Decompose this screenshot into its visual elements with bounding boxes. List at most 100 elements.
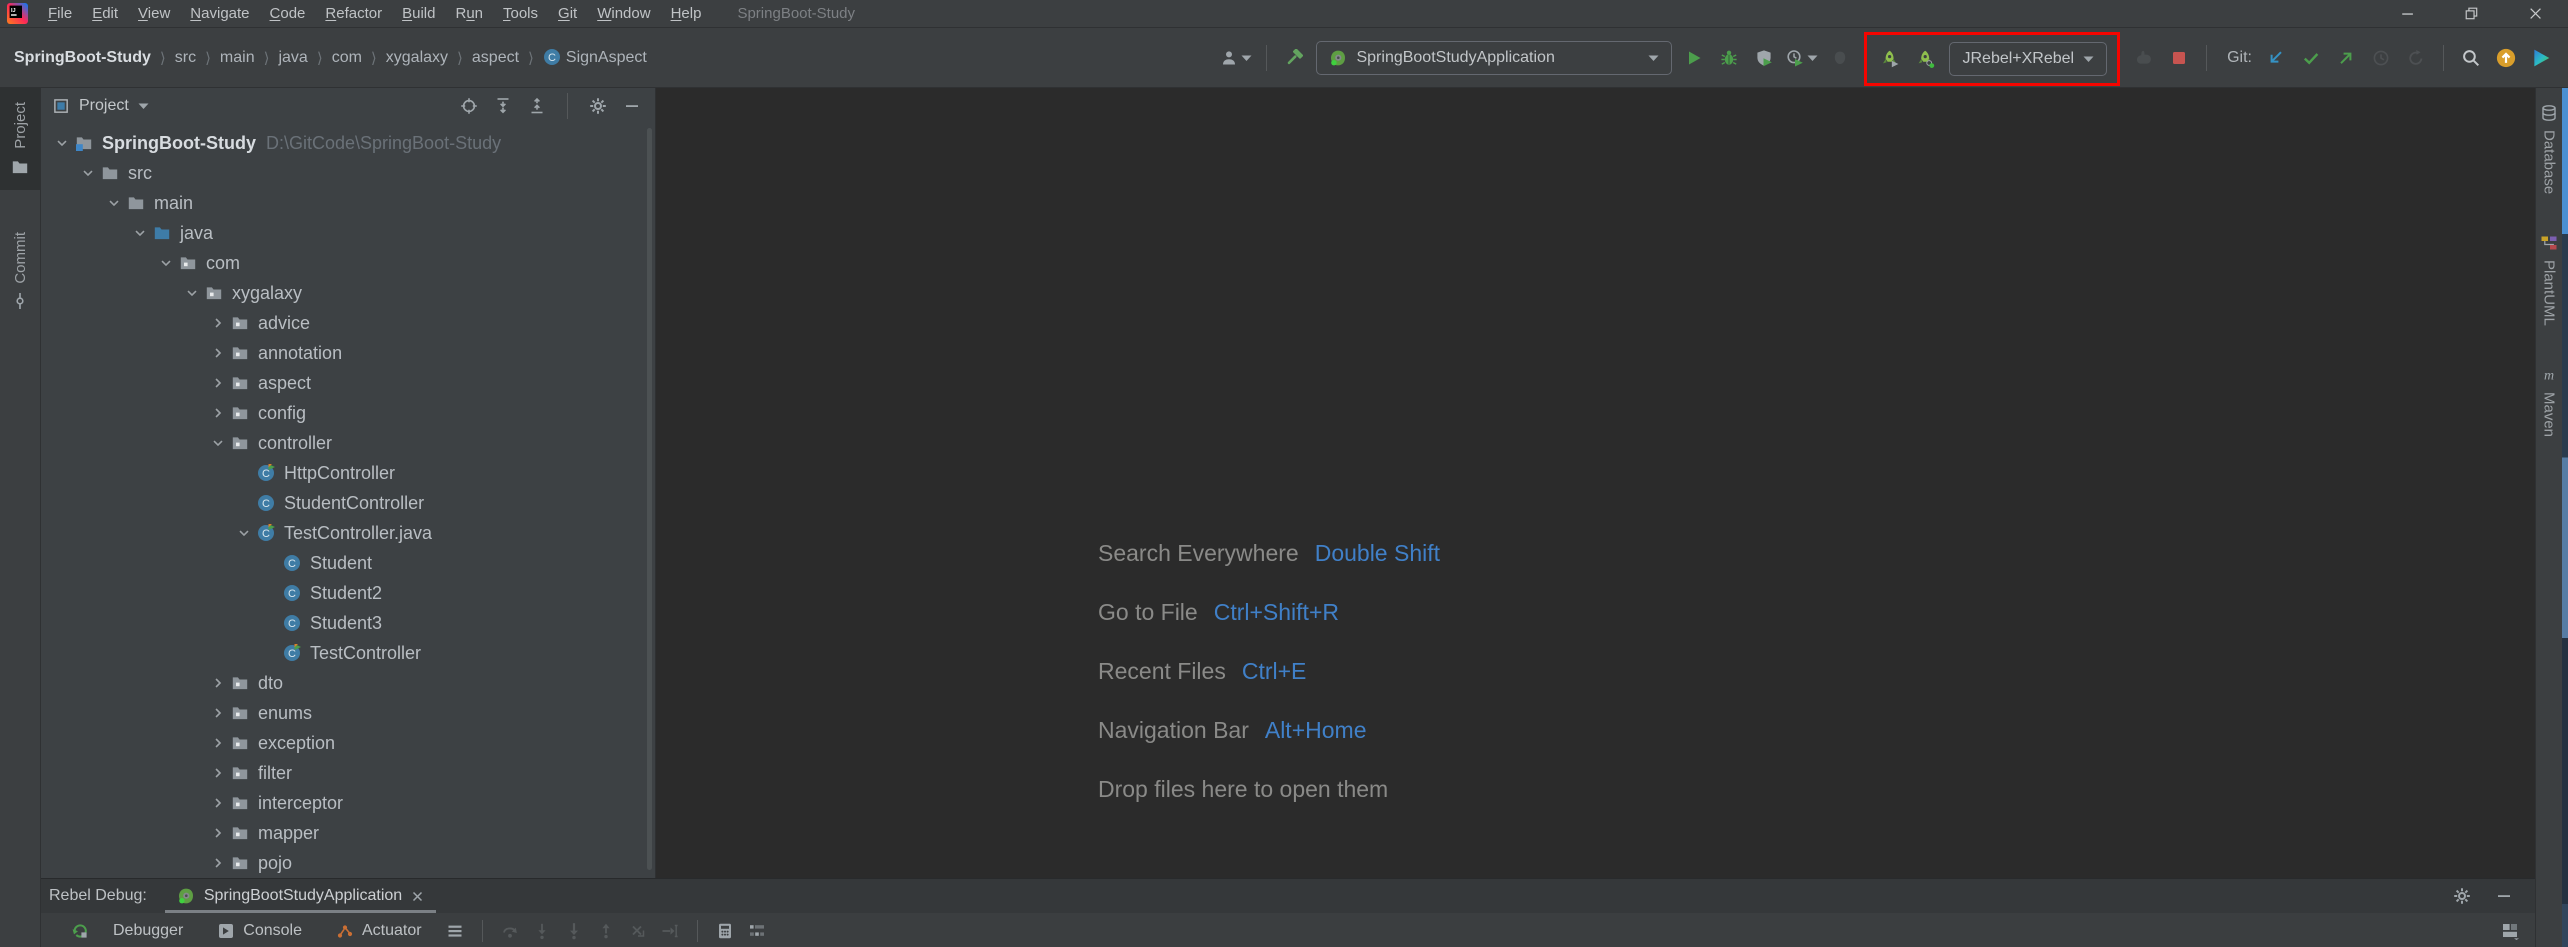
collapse-all-button[interactable] [528,97,546,115]
tree-item-filter[interactable]: filter [41,758,655,788]
chevron-down-icon[interactable] [51,135,73,151]
git-commit-button[interactable] [2298,44,2324,72]
menu-tools[interactable]: Tools [493,0,548,27]
debug-settings-button[interactable] [2453,887,2471,905]
rerun-button[interactable] [67,917,93,945]
run-button[interactable] [1681,44,1707,72]
user-menu-button[interactable] [1220,44,1252,72]
tree-item-student[interactable]: CStudent [41,548,655,578]
tree-item-springboot-study[interactable]: SpringBoot-StudyD:\GitCode\SpringBoot-St… [41,128,655,158]
chevron-right-icon[interactable] [207,675,229,691]
chevron-right-icon[interactable] [207,825,229,841]
code-with-me-button[interactable] [2528,44,2554,72]
step-over-button[interactable] [497,917,523,945]
tool-window-maven[interactable]: mMaven [2540,366,2558,437]
ide-update-button[interactable] [2493,44,2519,72]
tree-item-exception[interactable]: exception [41,728,655,758]
chevron-down-icon[interactable] [233,525,255,541]
disabled-profiler-icon[interactable] [1827,44,1853,72]
chevron-down-icon[interactable] [129,225,151,241]
menu-edit[interactable]: Edit [82,0,128,27]
tab-debugger[interactable]: Debugger [99,913,197,947]
hide-panel-button[interactable] [623,97,641,115]
build-project-button[interactable] [1281,44,1307,72]
search-everywhere-button[interactable] [2458,44,2484,72]
tree-item-studentcontroller[interactable]: CStudentController [41,488,655,518]
tree-item-java[interactable]: java [41,218,655,248]
jrebel-disabled-icon[interactable] [2131,44,2157,72]
menu-navigate[interactable]: Navigate [180,0,259,27]
breadcrumb-item-signaspect[interactable]: CSignAspect [543,48,647,67]
tab-console[interactable]: Console [203,913,316,947]
tab-actuator[interactable]: Actuator [322,913,436,947]
debug-layout-menu-button[interactable] [442,917,468,945]
tree-item-aspect[interactable]: aspect [41,368,655,398]
menu-build[interactable]: Build [392,0,445,27]
chevron-down-icon[interactable] [155,255,177,271]
chevron-right-icon[interactable] [207,375,229,391]
tree-item-mapper[interactable]: mapper [41,818,655,848]
chevron-right-icon[interactable] [207,765,229,781]
force-step-into-button[interactable] [561,917,587,945]
tool-window-plantuml[interactable]: PlantUML [2540,234,2558,326]
tree-item-config[interactable]: config [41,398,655,428]
close-button[interactable] [2504,0,2568,27]
layout-settings-button[interactable] [2501,922,2519,940]
menu-view[interactable]: View [128,0,180,27]
menu-window[interactable]: Window [587,0,660,27]
chevron-down-icon[interactable] [103,195,125,211]
run-to-cursor-button[interactable] [657,917,683,945]
chevron-right-icon[interactable] [207,315,229,331]
menu-run[interactable]: Run [445,0,493,27]
menu-refactor[interactable]: Refactor [315,0,392,27]
tree-item-testcontroller[interactable]: CTestController [41,638,655,668]
tool-window-commit[interactable]: Commit [0,218,40,325]
debug-run-tab[interactable]: SpringBootStudyApplication [165,879,436,913]
project-tree-scrollbar[interactable] [647,128,652,870]
tree-item-enums[interactable]: enums [41,698,655,728]
debug-button[interactable] [1716,44,1742,72]
step-into-button[interactable] [529,917,555,945]
restore-layout-button[interactable] [744,917,770,945]
restore-button[interactable] [2440,0,2504,27]
stop-button[interactable] [2166,44,2192,72]
close-tab-icon[interactable] [411,890,424,903]
run-config-select[interactable]: SpringBootStudyApplication [1316,41,1672,75]
locate-file-button[interactable] [460,97,478,115]
breadcrumb-item-java[interactable]: java [278,49,307,67]
tree-item-com[interactable]: com [41,248,655,278]
jrebel-run-button[interactable] [1877,45,1903,73]
chevron-down-icon[interactable] [207,435,229,451]
tree-item-main[interactable]: main [41,188,655,218]
chevron-down-icon[interactable] [181,285,203,301]
tree-item-annotation[interactable]: annotation [41,338,655,368]
git-push-button[interactable] [2333,44,2359,72]
tree-item-src[interactable]: src [41,158,655,188]
tree-item-httpcontroller[interactable]: CHttpController [41,458,655,488]
tree-item-student2[interactable]: CStudent2 [41,578,655,608]
hide-debug-panel-button[interactable] [2495,887,2513,905]
breadcrumb-item-aspect[interactable]: aspect [472,49,519,67]
tree-item-xygalaxy[interactable]: xygalaxy [41,278,655,308]
chevron-right-icon[interactable] [207,795,229,811]
tree-item-testcontroller-java[interactable]: CTestController.java [41,518,655,548]
tool-window-project[interactable]: Project [0,88,40,190]
tree-item-pojo[interactable]: pojo [41,848,655,878]
panel-settings-button[interactable] [589,97,607,115]
chevron-right-icon[interactable] [207,345,229,361]
tool-window-database[interactable]: Database [2540,104,2558,194]
run-with-coverage-button[interactable] [1751,44,1777,72]
jrebel-config-select[interactable]: JRebel+XRebel [1949,42,2107,76]
breadcrumb-item-springboot-study[interactable]: SpringBoot-Study [14,49,151,67]
menu-git[interactable]: Git [548,0,587,27]
tree-item-controller[interactable]: controller [41,428,655,458]
tree-item-interceptor[interactable]: interceptor [41,788,655,818]
git-update-button[interactable] [2263,44,2289,72]
jrebel-debug-button[interactable] [1913,45,1939,73]
chevron-right-icon[interactable] [207,855,229,871]
breadcrumb-item-xygalaxy[interactable]: xygalaxy [386,49,448,67]
tree-item-advice[interactable]: advice [41,308,655,338]
menu-file[interactable]: File [38,0,82,27]
breadcrumb-item-com[interactable]: com [332,49,362,67]
step-out-button[interactable] [593,917,619,945]
